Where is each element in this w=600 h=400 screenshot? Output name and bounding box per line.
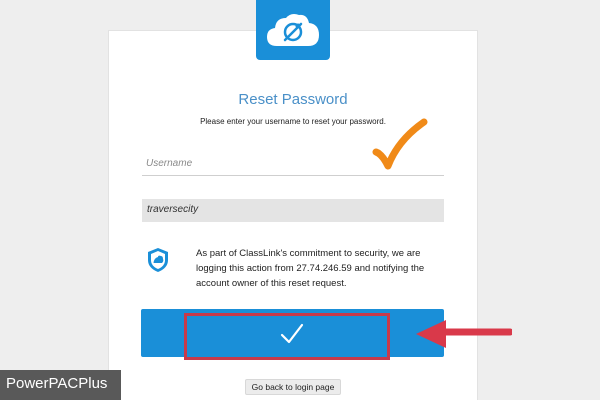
classlink-logo	[256, 0, 330, 60]
classlink-cloud-logo-icon	[267, 14, 319, 46]
shield-logo-icon	[148, 248, 168, 272]
username-value-field[interactable]: traversecity	[142, 199, 444, 222]
page-title: Reset Password	[238, 91, 348, 108]
red-arrow-icon	[416, 320, 512, 348]
orange-checkmark-icon	[372, 118, 428, 170]
checkmark-icon	[280, 323, 304, 344]
watermark: PowerPACPlus	[0, 370, 121, 400]
security-notice: As part of ClassLink's commitment to sec…	[196, 248, 425, 289]
back-to-login-link[interactable]: Go back to login page	[245, 379, 341, 395]
